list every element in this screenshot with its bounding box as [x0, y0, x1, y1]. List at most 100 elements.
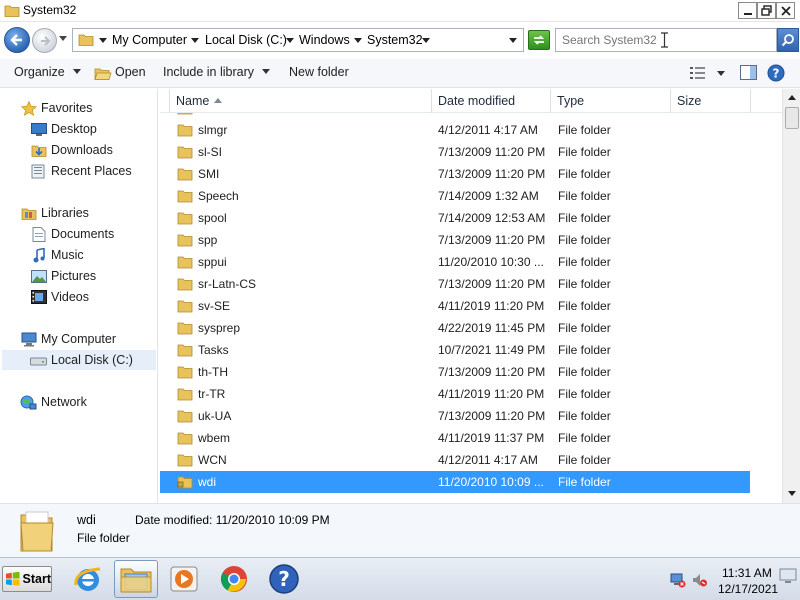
- sidebar-item-desktop[interactable]: Desktop: [30, 119, 97, 139]
- open-button[interactable]: Open: [115, 65, 146, 79]
- recent-pages-dropdown[interactable]: [59, 36, 67, 42]
- sidebar-item-videos[interactable]: Videos: [30, 287, 89, 307]
- window-title: System32: [23, 3, 77, 17]
- help-icon[interactable]: ?: [767, 64, 785, 82]
- cell-type: File folder: [558, 409, 611, 423]
- view-dropdown-icon[interactable]: [717, 71, 725, 76]
- chevron-down-icon[interactable]: [99, 38, 107, 43]
- breadcrumb-system32[interactable]: System32: [367, 33, 423, 47]
- column-header-type[interactable]: Type: [551, 89, 671, 113]
- taskbar-windows-explorer[interactable]: [114, 560, 158, 598]
- cell-date-modified: 4/12/2011 4:17 AM: [438, 123, 538, 137]
- breadcrumb-windows[interactable]: Windows: [299, 33, 350, 47]
- table-row[interactable]: slmgr 4/12/2011 4:17 AM File folder: [160, 119, 750, 141]
- internet-explorer-icon: [74, 567, 101, 591]
- chevron-down-icon[interactable]: [422, 38, 430, 43]
- column-header-date-modified[interactable]: Date modified: [432, 89, 551, 113]
- column-header-size[interactable]: Size: [671, 89, 751, 113]
- table-row[interactable]: Speech 7/14/2009 1:32 AM File folder: [160, 185, 750, 207]
- sidebar-item-downloads[interactable]: Downloads: [30, 140, 113, 160]
- cell-type: File folder: [558, 343, 611, 357]
- table-row[interactable]: SMI 7/13/2009 11:20 PM File folder: [160, 163, 750, 185]
- cell-name: th-TH: [198, 365, 228, 379]
- column-header-row: Name Date modified Type Size: [160, 89, 782, 113]
- close-button[interactable]: [776, 2, 795, 19]
- taskbar-chrome[interactable]: [212, 560, 256, 598]
- scroll-down-button[interactable]: [784, 485, 800, 502]
- sidebar-item-recent-places[interactable]: Recent Places: [30, 161, 132, 181]
- address-history-dropdown[interactable]: [509, 38, 517, 43]
- sidebar-item-label: Documents: [51, 227, 115, 241]
- organize-button[interactable]: Organize: [14, 65, 81, 79]
- chevron-down-icon[interactable]: [191, 38, 199, 43]
- table-row[interactable]: WCN 4/12/2011 4:17 AM File folder: [160, 449, 750, 471]
- cell-name: spool: [198, 211, 227, 225]
- cell-type: File folder: [558, 431, 611, 445]
- sidebar-item-label: Libraries: [41, 206, 89, 220]
- network-disconnected-icon[interactable]: [670, 572, 686, 588]
- table-row[interactable]: th-TH 7/13/2009 11:20 PM File folder: [160, 361, 750, 383]
- sidebar-item-pictures[interactable]: Pictures: [30, 266, 96, 286]
- vertical-scrollbar[interactable]: [782, 89, 800, 503]
- start-button[interactable]: Start: [2, 566, 52, 592]
- back-button[interactable]: [4, 27, 30, 53]
- maximize-button[interactable]: [757, 2, 776, 19]
- scroll-thumb[interactable]: [785, 107, 799, 129]
- folder-icon: [177, 234, 193, 247]
- table-row[interactable]: wdi 11/20/2010 10:09 ... File folder: [160, 471, 750, 493]
- table-row[interactable]: sysprep 4/22/2019 11:45 PM File folder: [160, 317, 750, 339]
- svg-text:?: ?: [278, 567, 290, 591]
- include-in-library-button[interactable]: Include in library: [163, 65, 271, 79]
- folder-icon: [177, 278, 193, 291]
- clock-date[interactable]: 12/17/2021: [718, 582, 778, 596]
- new-folder-button[interactable]: New folder: [289, 65, 349, 79]
- table-row[interactable]: sr-Latn-CS 7/13/2009 11:20 PM File folder: [160, 273, 750, 295]
- sidebar-item-my-computer[interactable]: My Computer: [20, 329, 116, 349]
- clock-time[interactable]: 11:31 AM: [722, 566, 772, 580]
- search-box[interactable]: [555, 28, 777, 52]
- minimize-button[interactable]: [738, 2, 757, 19]
- chevron-down-icon[interactable]: [354, 38, 362, 43]
- table-row[interactable]: spool 7/14/2009 12:53 AM File folder: [160, 207, 750, 229]
- table-row[interactable]: sppui 11/20/2010 10:30 ... File folder: [160, 251, 750, 273]
- taskbar-help[interactable]: ?: [262, 560, 306, 598]
- sidebar-item-music[interactable]: Music: [30, 245, 84, 265]
- cell-date-modified: 4/12/2011 4:17 AM: [438, 453, 538, 467]
- folder-icon: [177, 256, 193, 269]
- taskbar-internet-explorer[interactable]: [66, 560, 110, 598]
- search-button[interactable]: [777, 28, 799, 52]
- view-options-icon[interactable]: [690, 67, 706, 79]
- sidebar-item-documents[interactable]: Documents: [30, 224, 114, 244]
- locked-folder-icon: [177, 476, 193, 489]
- column-header-name[interactable]: Name: [170, 89, 432, 113]
- show-desktop-icon[interactable]: [778, 566, 798, 586]
- table-row[interactable]: uk-UA 7/13/2009 11:20 PM File folder: [160, 405, 750, 427]
- forward-button[interactable]: [32, 28, 57, 53]
- cell-date-modified: 4/22/2019 11:45 PM: [438, 321, 546, 335]
- table-row[interactable]: wbem 4/11/2019 11:37 PM File folder: [160, 427, 750, 449]
- cell-name: tr-TR: [198, 387, 226, 401]
- cell-type: File folder: [558, 475, 611, 489]
- table-row[interactable]: Tasks 10/7/2021 11:49 PM File folder: [160, 339, 750, 361]
- breadcrumb-local-disk[interactable]: Local Disk (C:): [205, 33, 287, 47]
- scroll-up-button[interactable]: [784, 89, 800, 106]
- breadcrumb-my-computer[interactable]: My Computer: [112, 33, 187, 47]
- sidebar-item-favorites[interactable]: Favorites: [20, 98, 92, 118]
- preview-pane-icon[interactable]: [740, 65, 757, 80]
- table-row[interactable]: sv-SE 4/11/2019 11:20 PM File folder: [160, 295, 750, 317]
- table-row[interactable]: tr-TR 4/11/2019 11:20 PM File folder: [160, 383, 750, 405]
- sidebar-item-libraries[interactable]: Libraries: [20, 203, 89, 223]
- table-row[interactable]: spp 7/13/2009 11:20 PM File folder: [160, 229, 750, 251]
- volume-muted-icon[interactable]: [692, 572, 708, 588]
- taskbar-media-player[interactable]: [162, 560, 206, 598]
- cell-name: sv-SE: [198, 299, 231, 313]
- refresh-button[interactable]: [528, 30, 550, 50]
- table-row[interactable]: sl-SI 7/13/2009 11:20 PM File folder: [160, 141, 750, 163]
- sidebar-item-local-disk[interactable]: Local Disk (C:): [2, 350, 156, 370]
- sidebar-item-network[interactable]: Network: [20, 392, 87, 412]
- folder-icon: [177, 432, 193, 445]
- file-list: Name Date modified Type Size sk-SK7/13/2…: [160, 89, 782, 503]
- folder-icon: [177, 146, 193, 159]
- address-bar[interactable]: My Computer Local Disk (C:) Windows Syst…: [72, 28, 524, 52]
- chevron-down-icon[interactable]: [286, 38, 294, 43]
